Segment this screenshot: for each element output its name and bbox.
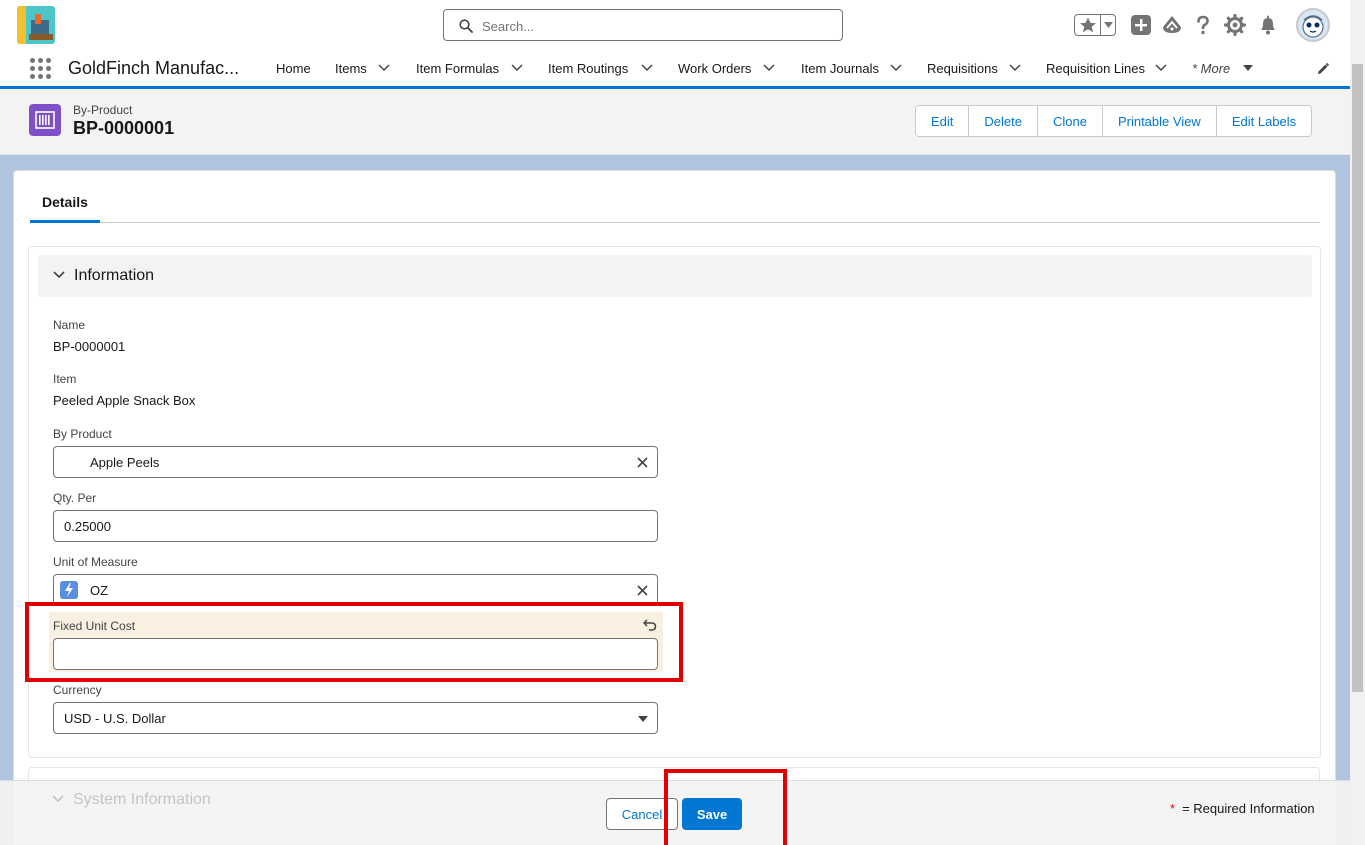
undo-icon[interactable] bbox=[643, 617, 657, 631]
currency-select[interactable]: USD - U.S. Dollar bbox=[53, 702, 658, 734]
unit-of-measure-lookup[interactable]: OZ bbox=[53, 574, 658, 606]
fixed-unit-cost-input[interactable] bbox=[64, 644, 624, 664]
chevron-down-icon[interactable] bbox=[378, 64, 390, 72]
barcode-icon bbox=[35, 111, 55, 129]
nav-more-menu[interactable]: * More bbox=[1192, 50, 1253, 86]
chevron-down-icon[interactable] bbox=[890, 64, 902, 72]
clear-selection-icon[interactable] bbox=[637, 457, 648, 468]
currency-label: Currency bbox=[53, 683, 102, 697]
item-label: Item bbox=[53, 372, 77, 386]
qty-per-input[interactable] bbox=[64, 516, 624, 536]
qty-per-label: Qty. Per bbox=[53, 491, 97, 505]
required-info-legend: * = Required Information bbox=[1170, 801, 1315, 816]
chevron-down-icon[interactable] bbox=[1155, 64, 1167, 72]
item-value: Peeled Apple Snack Box bbox=[53, 393, 196, 408]
by-product-value: Apple Peels bbox=[90, 455, 160, 470]
nav-item-work-orders[interactable]: Work Orders bbox=[678, 50, 775, 86]
record-title: BP-0000001 bbox=[73, 118, 175, 138]
favorites-dropdown-icon[interactable] bbox=[1104, 22, 1113, 28]
docked-form-footer: System Information Cancel Save * = Requir… bbox=[0, 780, 1350, 845]
nav-item-item-formulas[interactable]: Item Formulas bbox=[416, 50, 523, 86]
save-button[interactable]: Save bbox=[682, 798, 742, 830]
item-field: Item Peeled Apple Snack Box bbox=[53, 372, 659, 408]
nav-item-home[interactable]: Home bbox=[276, 50, 311, 86]
global-search[interactable] bbox=[443, 9, 843, 41]
by-product-object-icon bbox=[29, 104, 61, 136]
astro-avatar-icon bbox=[1302, 15, 1324, 38]
tab-details[interactable]: Details bbox=[30, 186, 100, 223]
unit-of-measure-label: Unit of Measure bbox=[53, 555, 138, 569]
currency-value: USD - U.S. Dollar bbox=[64, 711, 166, 726]
app-navigation-bar: GoldFinch Manufac... Home Items Item For… bbox=[0, 50, 1350, 89]
chevron-down-icon bbox=[53, 271, 65, 279]
name-label: Name bbox=[53, 318, 86, 332]
favorite-star-icon[interactable] bbox=[1077, 16, 1099, 34]
required-asterisk: * bbox=[1170, 801, 1176, 816]
chevron-down-icon[interactable] bbox=[511, 64, 523, 72]
printable-view-button[interactable]: Printable View bbox=[1102, 106, 1217, 136]
tab-bar: Details bbox=[30, 186, 1320, 223]
more-dropdown-icon bbox=[1243, 65, 1253, 71]
nav-item-requisition-lines[interactable]: Requisition Lines bbox=[1046, 50, 1167, 86]
cancel-button[interactable]: Cancel bbox=[606, 798, 678, 830]
record-object-type: By-Product bbox=[73, 103, 133, 117]
currency-field: Currency USD - U.S. Dollar bbox=[53, 683, 659, 734]
chevron-down-icon[interactable] bbox=[763, 64, 775, 72]
app-name: GoldFinch Manufac... bbox=[68, 58, 240, 78]
name-value: BP-0000001 bbox=[53, 339, 126, 354]
setup-gear-icon[interactable] bbox=[1224, 14, 1246, 36]
clear-selection-icon[interactable] bbox=[637, 585, 648, 596]
fixed-unit-cost-label: Fixed Unit Cost bbox=[53, 619, 136, 633]
search-icon bbox=[459, 19, 473, 33]
chevron-down-icon[interactable] bbox=[641, 64, 653, 72]
lightning-record-icon bbox=[60, 581, 78, 599]
by-product-label: By Product bbox=[53, 427, 112, 441]
clone-button[interactable]: Clone bbox=[1037, 106, 1103, 136]
edit-nav-pencil-icon[interactable] bbox=[1316, 62, 1330, 76]
nav-item-item-routings[interactable]: Item Routings bbox=[548, 50, 653, 86]
information-section-header[interactable]: Information bbox=[38, 255, 1312, 297]
record-actions: Edit Delete Clone Printable View Edit La… bbox=[915, 105, 1313, 137]
notifications-bell-icon[interactable] bbox=[1257, 14, 1279, 36]
unit-of-measure-value: OZ bbox=[90, 583, 109, 598]
search-input[interactable] bbox=[482, 16, 822, 36]
by-product-field: By Product Apple Peels bbox=[53, 427, 659, 478]
chevron-down-icon[interactable] bbox=[1009, 64, 1021, 72]
page-scrollbar[interactable] bbox=[1350, 0, 1365, 845]
global-header bbox=[0, 0, 1350, 50]
fixed-unit-cost-input-wrap bbox=[53, 638, 658, 670]
by-product-lookup[interactable]: Apple Peels bbox=[53, 446, 658, 478]
nav-item-item-journals[interactable]: Item Journals bbox=[801, 50, 902, 86]
section-title: Information bbox=[74, 267, 155, 284]
fixed-unit-cost-field: Fixed Unit Cost bbox=[53, 619, 659, 670]
org-logo[interactable] bbox=[17, 6, 55, 44]
record-highlights-panel: By-Product BP-0000001 Edit Delete Clone … bbox=[0, 89, 1350, 155]
qty-per-input-wrap bbox=[53, 510, 658, 542]
trailhead-icon[interactable] bbox=[1161, 14, 1183, 36]
edit-button[interactable]: Edit bbox=[916, 106, 970, 136]
nav-item-requisitions[interactable]: Requisitions bbox=[927, 50, 1021, 86]
scrollbar-thumb[interactable] bbox=[1352, 64, 1363, 692]
select-caret-icon bbox=[638, 716, 648, 722]
global-create-icon[interactable] bbox=[1130, 14, 1152, 36]
app-launcher-waffle-icon[interactable] bbox=[30, 58, 52, 80]
favorites-button-group bbox=[1074, 14, 1116, 36]
user-avatar[interactable] bbox=[1296, 8, 1330, 42]
name-field: Name BP-0000001 bbox=[53, 318, 659, 354]
delete-button[interactable]: Delete bbox=[969, 106, 1038, 136]
edit-labels-button[interactable]: Edit Labels bbox=[1216, 106, 1312, 136]
qty-per-field: Qty. Per bbox=[53, 491, 659, 542]
unit-of-measure-field: Unit of Measure OZ bbox=[53, 555, 659, 606]
required-info-text: = Required Information bbox=[1182, 801, 1315, 816]
system-information-title: System Information bbox=[73, 791, 211, 808]
help-icon[interactable] bbox=[1192, 14, 1214, 36]
nav-item-items[interactable]: Items bbox=[335, 50, 390, 86]
chevron-down-icon bbox=[52, 795, 64, 803]
